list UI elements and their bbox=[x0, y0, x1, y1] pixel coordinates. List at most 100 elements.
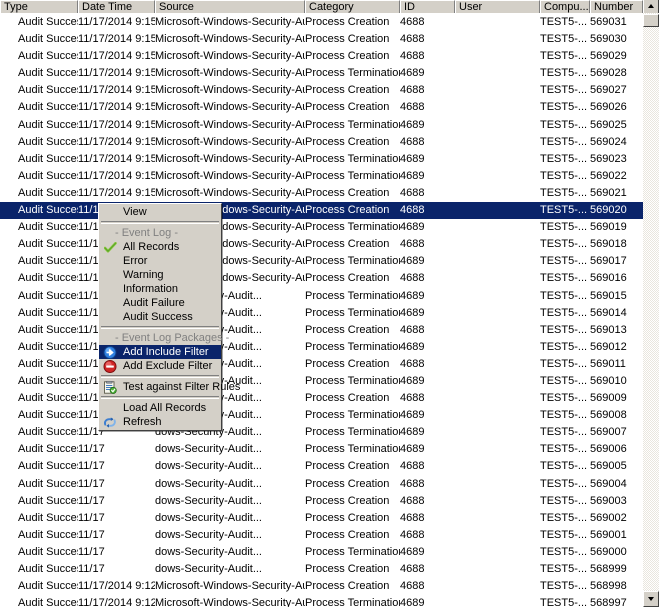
table-row[interactable]: Audit Success11/17dows-Security-Audit...… bbox=[0, 476, 643, 493]
table-row[interactable]: Audit Success11/17dows-Security-Audit...… bbox=[0, 322, 643, 339]
table-row[interactable]: Audit Success11/17/2014 9:15:07 AMMicros… bbox=[0, 185, 643, 202]
cell-type: Audit Success bbox=[18, 33, 78, 46]
cell-id: 4689 bbox=[400, 409, 425, 422]
table-row[interactable]: Audit Success11/17/2014 9:15:19 AMMicros… bbox=[0, 151, 643, 168]
triangle-up-icon bbox=[648, 3, 654, 8]
cell-computer: TEST5-... bbox=[540, 135, 588, 148]
table-row[interactable]: Audit Success11/17/2014 9:15:22 AMMicros… bbox=[0, 48, 643, 65]
cell-id: 4689 bbox=[400, 255, 425, 268]
table-row[interactable]: Audit Success11/17/2014 9:14:25 AMMicros… bbox=[0, 270, 643, 287]
cell-type: Audit Success bbox=[18, 238, 78, 251]
column-header-category[interactable]: Category bbox=[305, 0, 400, 13]
table-row[interactable]: Audit Success11/17/2014 9:15:07 AMMicros… bbox=[0, 168, 643, 185]
menu-item-error[interactable]: Error bbox=[99, 254, 221, 268]
context-menu[interactable]: View - Event Log - All Records Error Warnin… bbox=[98, 203, 240, 431]
table-row[interactable]: Audit Success11/17dows-Security-Audit...… bbox=[0, 288, 643, 305]
table-row[interactable]: Audit Success11/17dows-Security-Audit...… bbox=[0, 561, 643, 578]
table-row[interactable]: Audit Success11/17dows-Security-Audit...… bbox=[0, 339, 643, 356]
menu-item-view[interactable]: View bbox=[99, 205, 221, 219]
cell-id: 4688 bbox=[400, 357, 425, 370]
menu-item-warning[interactable]: Warning bbox=[99, 268, 221, 282]
column-header-type[interactable]: Type bbox=[0, 0, 78, 13]
event-log-table[interactable]: Audit Success11/17/2014 9:15:24 AMMicros… bbox=[0, 14, 643, 607]
cell-category: Process Creation bbox=[305, 33, 390, 46]
table-row[interactable]: Audit Success11/17dows-Security-Audit...… bbox=[0, 373, 643, 390]
table-row[interactable]: Audit Success11/17dows-Security-Audit...… bbox=[0, 441, 643, 458]
cell-number: 569020 bbox=[590, 204, 627, 217]
cell-number: 569021 bbox=[590, 186, 627, 199]
cell-id: 4689 bbox=[400, 340, 425, 353]
table-row[interactable]: Audit Success11/17/2014 9:15:21 AMMicros… bbox=[0, 134, 643, 151]
scroll-down-button[interactable] bbox=[643, 591, 659, 607]
menu-item-audit-failure[interactable]: Audit Failure bbox=[99, 296, 221, 310]
cell-category: Process Termination bbox=[305, 118, 400, 131]
table-row[interactable]: Audit Success11/17dows-Security-Audit...… bbox=[0, 390, 643, 407]
table-row[interactable]: Audit Success11/17/2014 9:14:27 AMMicros… bbox=[0, 253, 643, 270]
cell-source: Microsoft-Windows-Security-Audit... bbox=[155, 186, 305, 199]
cell-source: Microsoft-Windows-Security-Audit... bbox=[155, 101, 305, 114]
cell-date: 11/17 bbox=[78, 494, 105, 507]
table-row[interactable]: Audit Success11/17/2014 9:14:40 AMMicros… bbox=[0, 236, 643, 253]
menu-separator bbox=[101, 326, 219, 329]
menu-item-all-records[interactable]: All Records bbox=[99, 240, 221, 254]
cell-type: Audit Success bbox=[18, 16, 78, 28]
cell-id: 4689 bbox=[400, 118, 425, 131]
table-row[interactable]: Audit Success11/17dows-Security-Audit...… bbox=[0, 356, 643, 373]
table-row[interactable]: Audit Success11/17dows-Security-Audit...… bbox=[0, 458, 643, 475]
cell-type: Audit Success bbox=[18, 101, 78, 114]
menu-item-audit-success[interactable]: Audit Success bbox=[99, 310, 221, 324]
table-row[interactable]: Audit Success11/17dows-Security-Audit...… bbox=[0, 527, 643, 544]
scrollbar-thumb[interactable] bbox=[643, 14, 659, 27]
cell-type: Audit Success bbox=[18, 597, 78, 607]
menu-item-refresh[interactable]: Refresh bbox=[99, 415, 221, 429]
column-header-computer[interactable]: Compu... bbox=[540, 0, 590, 13]
vertical-scrollbar[interactable] bbox=[643, 0, 659, 607]
menu-item-load-all-records[interactable]: Load All Records bbox=[99, 401, 221, 415]
table-row[interactable]: Audit Success11/17dows-Security-Audit...… bbox=[0, 407, 643, 424]
cell-user bbox=[455, 288, 540, 305]
table-row[interactable]: Audit Success11/17/2014 9:15:22 AMMicros… bbox=[0, 31, 643, 48]
menu-item-add-include-filter[interactable]: Add Include Filter bbox=[99, 345, 221, 359]
cell-user bbox=[455, 339, 540, 356]
table-row[interactable]: Audit Success11/17/2014 9:12:41 AMMicros… bbox=[0, 595, 643, 607]
cell-user bbox=[455, 117, 540, 134]
scroll-up-button[interactable] bbox=[643, 0, 659, 14]
table-row[interactable]: Audit Success11/17dows-Security-Audit...… bbox=[0, 493, 643, 510]
column-header-source[interactable]: Source bbox=[155, 0, 305, 13]
table-row[interactable]: Audit Success11/17/2014 9:15:22 AMMicros… bbox=[0, 65, 643, 82]
column-header-user[interactable]: User bbox=[455, 0, 540, 13]
table-row[interactable]: Audit Success11/17/2014 9:15:22 AMMicros… bbox=[0, 82, 643, 99]
cell-category: Process Creation bbox=[305, 101, 390, 114]
table-row[interactable]: Audit Success11/17dows-Security-Audit...… bbox=[0, 544, 643, 561]
cell-id: 4689 bbox=[400, 545, 425, 558]
table-row[interactable]: Audit Success11/17/2014 9:15:07 AMMicros… bbox=[0, 202, 643, 220]
table-row[interactable]: Audit Success11/17dows-Security-Audit...… bbox=[0, 424, 643, 441]
table-row[interactable]: Audit Success11/17/2014 9:14:40 AMMicros… bbox=[0, 219, 643, 236]
column-header-date[interactable]: Date Time bbox=[78, 0, 155, 13]
menu-item-test-against-filter-rules[interactable]: Test against Filter Rules bbox=[99, 380, 240, 394]
table-row[interactable]: Audit Success11/17/2014 9:15:21 AMMicros… bbox=[0, 99, 643, 116]
menu-item-information[interactable]: Information bbox=[99, 282, 221, 296]
cell-number: 569011 bbox=[590, 357, 626, 370]
cell-computer: TEST5-... bbox=[540, 186, 588, 199]
cell-number: 569006 bbox=[590, 443, 627, 456]
menu-item-label: Warning bbox=[123, 269, 164, 281]
table-row[interactable]: Audit Success11/17dows-Security-Audit...… bbox=[0, 305, 643, 322]
cell-category: Process Termination bbox=[305, 289, 400, 302]
table-row[interactable]: Audit Success11/17dows-Security-Audit...… bbox=[0, 510, 643, 527]
cell-category: Process Creation bbox=[305, 323, 390, 336]
cell-computer: TEST5-... bbox=[540, 50, 588, 63]
scrollbar-track[interactable] bbox=[643, 13, 659, 591]
column-header-id[interactable]: ID bbox=[400, 0, 455, 13]
menu-item-add-exclude-filter[interactable]: Add Exclude Filter bbox=[99, 359, 221, 373]
table-row[interactable]: Audit Success11/17/2014 9:12:41 AMMicros… bbox=[0, 578, 643, 595]
table-row[interactable]: Audit Success11/17/2014 9:15:21 AMMicros… bbox=[0, 117, 643, 134]
menu-item-label: View bbox=[123, 206, 147, 218]
cell-source: Microsoft-Windows-Security-Audit... bbox=[155, 169, 305, 182]
column-header-number[interactable]: Number bbox=[590, 0, 643, 13]
cell-user bbox=[455, 168, 540, 185]
table-row[interactable]: Audit Success11/17/2014 9:15:24 AMMicros… bbox=[0, 14, 643, 31]
add-exclude-minus-icon bbox=[103, 360, 117, 373]
cell-source: dows-Security-Audit... bbox=[155, 443, 262, 456]
cell-id: 4688 bbox=[400, 16, 425, 28]
